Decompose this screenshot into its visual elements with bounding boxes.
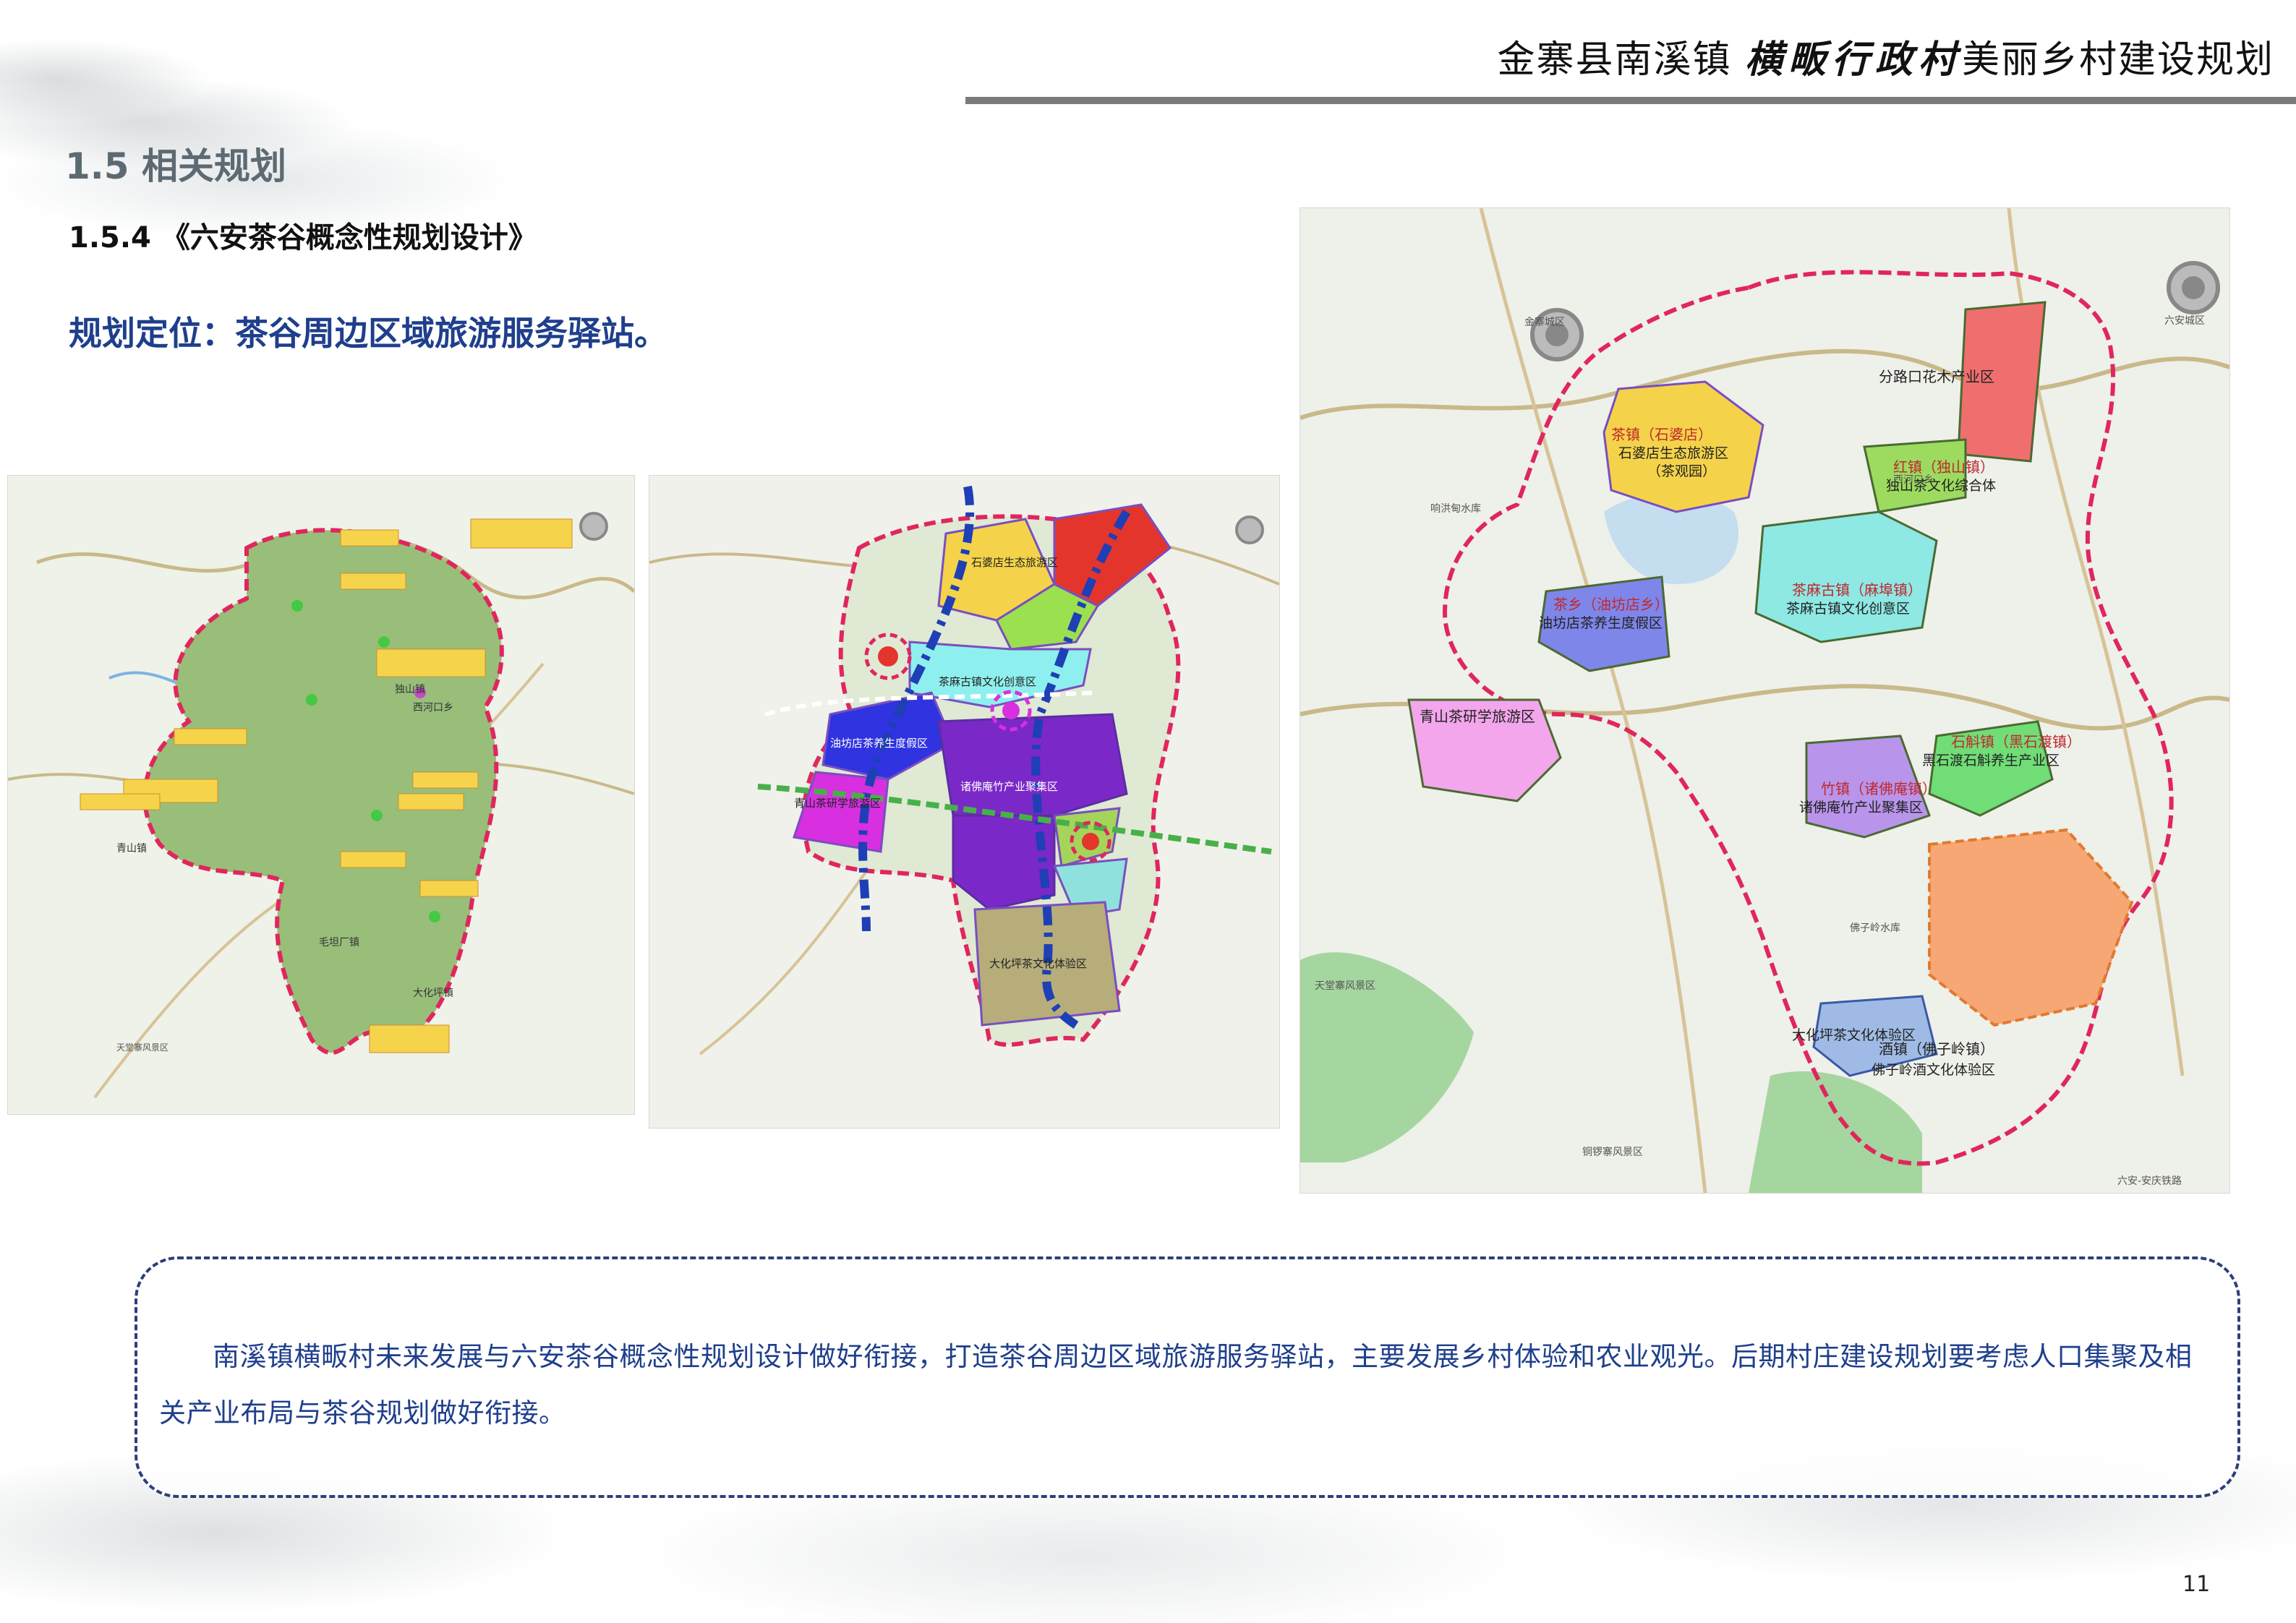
place-label: 响洪甸水库 bbox=[1430, 503, 1481, 515]
map2-zone-label: 大化坪茶文化体验区 bbox=[989, 957, 1087, 970]
map2-zone-label: 青山茶研学旅游区 bbox=[794, 797, 881, 810]
section-title: 1.5 相关规划 bbox=[65, 145, 286, 187]
zone-dendrobium-label: 石斛镇（黑石渡镇） bbox=[1951, 733, 2081, 750]
header-title-prefix: 金寨县南溪镇 bbox=[1497, 38, 1745, 82]
place-label: 铜锣寨风景区 bbox=[1582, 1146, 1643, 1158]
zone-tea-town-sub: 石婆店生态旅游区 bbox=[1618, 445, 1728, 461]
planning-positioning: 规划定位：茶谷周边区域旅游服务驿站。 bbox=[69, 314, 667, 353]
zone-bamboo-sub: 诸佛庵竹产业聚集区 bbox=[1799, 800, 1923, 815]
map-development-axes: 石婆店生态旅游区 茶麻古镇文化创意区 油坊店茶养生度假区 诸佛庵竹产业聚集区 青… bbox=[649, 475, 1280, 1129]
zone-bamboo-label: 竹镇（诸佛庵镇） bbox=[1821, 780, 1937, 797]
map2-zone-label: 油坊店茶养生度假区 bbox=[830, 737, 928, 750]
summary-note-text: 南溪镇横畈村未来发展与六安茶谷概念性规划设计做好衔接，打造茶谷周边区域旅游服务驿… bbox=[159, 1341, 2193, 1429]
zone-dahuaping-label: 大化坪茶文化体验区 bbox=[1792, 1027, 1916, 1043]
map-industry-distribution: 青山镇 独山镇 西河口乡 毛坦厂镇 大化坪镇 天堂寨风景区 bbox=[7, 475, 635, 1115]
zone-qingshan-label: 青山茶研学旅游区 bbox=[1420, 708, 1535, 725]
place-label: 六安城区 bbox=[2164, 315, 2205, 327]
map2-zone-label: 茶麻古镇文化创意区 bbox=[939, 675, 1036, 688]
map-axes-svg: 石婆店生态旅游区 茶麻古镇文化创意区 油坊店茶养生度假区 诸佛庵竹产业聚集区 青… bbox=[649, 476, 1279, 1128]
header-rule bbox=[965, 97, 2296, 104]
place-label: 六安-安庆铁路 bbox=[2117, 1176, 2182, 1187]
map2-zone-label: 石婆店生态旅游区 bbox=[971, 556, 1058, 569]
zone-red-town-label: 红镇（独山镇） bbox=[1893, 458, 1994, 476]
map1-label: 独山镇 bbox=[395, 684, 425, 695]
map-tea-valley-zoning: 分路口花木产业区 茶镇（石婆店） 石婆店生态旅游区 （茶观园） 红镇（独山镇） … bbox=[1299, 207, 2230, 1194]
subsection-title: 1.5.4 《六安茶谷概念性规划设计》 bbox=[69, 221, 537, 254]
zone-tea-town-label: 茶镇（石婆店） bbox=[1611, 426, 1712, 443]
zone-tea-village-label: 茶乡（油坊店乡） bbox=[1553, 596, 1669, 613]
map2-zone-label: 诸佛庵竹产业聚集区 bbox=[960, 780, 1058, 793]
ink-wash-decoration-top bbox=[0, 0, 651, 231]
zone-old-town-label: 茶麻古镇（麻埠镇） bbox=[1792, 581, 1922, 599]
map1-label: 西河口乡 bbox=[413, 702, 453, 714]
map-zoning-svg: 分路口花木产业区 茶镇（石婆店） 石婆店生态旅游区 （茶观园） 红镇（独山镇） … bbox=[1300, 208, 2229, 1193]
zone-old-town-sub: 茶麻古镇文化创意区 bbox=[1786, 601, 1910, 617]
map1-label: 天堂寨风景区 bbox=[116, 1042, 168, 1053]
header-title-suffix: 美丽乡村建设规划 bbox=[1961, 38, 2274, 82]
place-label: 金寨城区 bbox=[1524, 316, 1565, 328]
document-header-title: 金寨县南溪镇 横畈行政村美丽乡村建设规划 bbox=[1497, 29, 2274, 83]
zone-tea-village-sub: 油坊店茶养生度假区 bbox=[1539, 615, 1663, 631]
place-label: 西河口乡 bbox=[1893, 474, 1934, 486]
page-number: 11 bbox=[2182, 1572, 2211, 1597]
zone-flower-label: 分路口花木产业区 bbox=[1879, 368, 1994, 385]
zone-tea-town-sub2: （茶观园） bbox=[1647, 463, 1716, 479]
summary-note-box: 南溪镇横畈村未来发展与六安茶谷概念性规划设计做好衔接，打造茶谷周边区域旅游服务驿… bbox=[135, 1256, 2240, 1498]
map1-label: 毛坦厂镇 bbox=[319, 937, 359, 948]
map1-label: 青山镇 bbox=[116, 843, 147, 855]
map1-label: 大化坪镇 bbox=[413, 988, 453, 999]
header-title-village: 横畈行政村 bbox=[1744, 38, 1962, 82]
zone-wine-sub: 佛子岭酒文化体验区 bbox=[1872, 1062, 1995, 1078]
place-label: 天堂寨风景区 bbox=[1315, 980, 1375, 992]
map-industry-svg: 青山镇 独山镇 西河口乡 毛坦厂镇 大化坪镇 天堂寨风景区 bbox=[8, 476, 634, 1114]
place-label: 佛子岭水库 bbox=[1850, 922, 1900, 934]
zone-dendrobium-sub: 黑石渡石斛养生产业区 bbox=[1922, 753, 2060, 768]
